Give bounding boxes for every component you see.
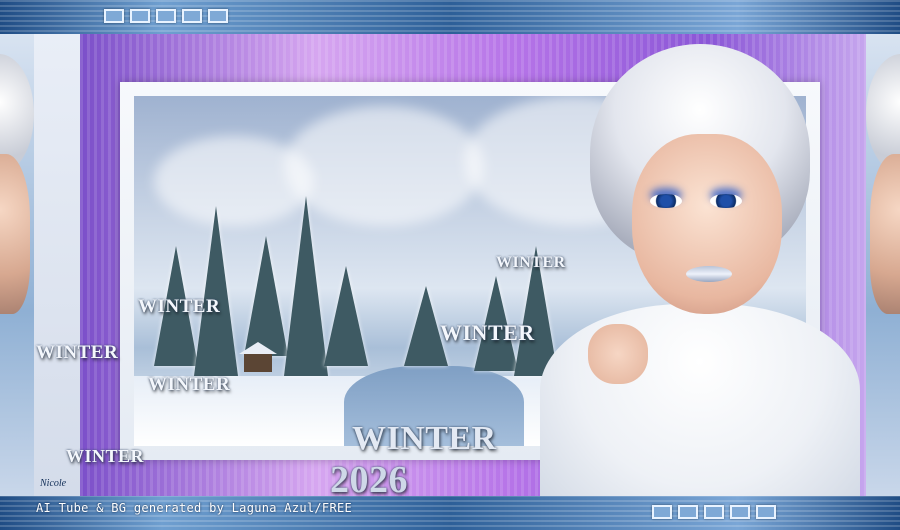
- artist-signature: Nicole: [40, 478, 67, 489]
- credit-text: AI Tube & BG generated by Laguna Azul/FR…: [36, 501, 353, 515]
- face: [632, 134, 782, 314]
- woman-portrait: [540, 44, 860, 496]
- pine-tree: [244, 236, 288, 356]
- pine-tree: [324, 266, 368, 366]
- glitter-lips: [686, 266, 732, 282]
- deco-box: [652, 505, 672, 519]
- side-face: [870, 154, 900, 314]
- year-title: 2026: [330, 459, 408, 501]
- top-decorative-boxes: [104, 9, 228, 23]
- winter-label: WINTER: [496, 254, 566, 271]
- left-eye: [650, 194, 682, 208]
- deco-box: [156, 9, 176, 23]
- deco-box: [130, 9, 150, 23]
- left-side-portrait: [0, 34, 34, 496]
- deco-box: [678, 505, 698, 519]
- pine-tree: [284, 196, 328, 376]
- winter-title: WINTER: [352, 420, 497, 457]
- side-face: [0, 154, 30, 314]
- deco-box: [182, 9, 202, 23]
- winter-label: WINTER: [440, 320, 535, 345]
- winter-label: WINTER: [148, 374, 231, 395]
- right-eye: [710, 194, 742, 208]
- deco-box: [704, 505, 724, 519]
- hand: [588, 324, 648, 384]
- deco-box: [730, 505, 750, 519]
- deco-box: [104, 9, 124, 23]
- deco-box: [756, 505, 776, 519]
- pine-tree: [194, 206, 238, 376]
- bottom-decorative-boxes: [652, 505, 776, 519]
- winter-label: WINTER: [66, 446, 145, 466]
- deco-box: [208, 9, 228, 23]
- white-sweater: [540, 304, 860, 496]
- right-side-portrait: [866, 34, 900, 496]
- winter-label: WINTER: [36, 342, 119, 363]
- cabin: [239, 342, 277, 372]
- winter-label: WINTER: [138, 296, 221, 317]
